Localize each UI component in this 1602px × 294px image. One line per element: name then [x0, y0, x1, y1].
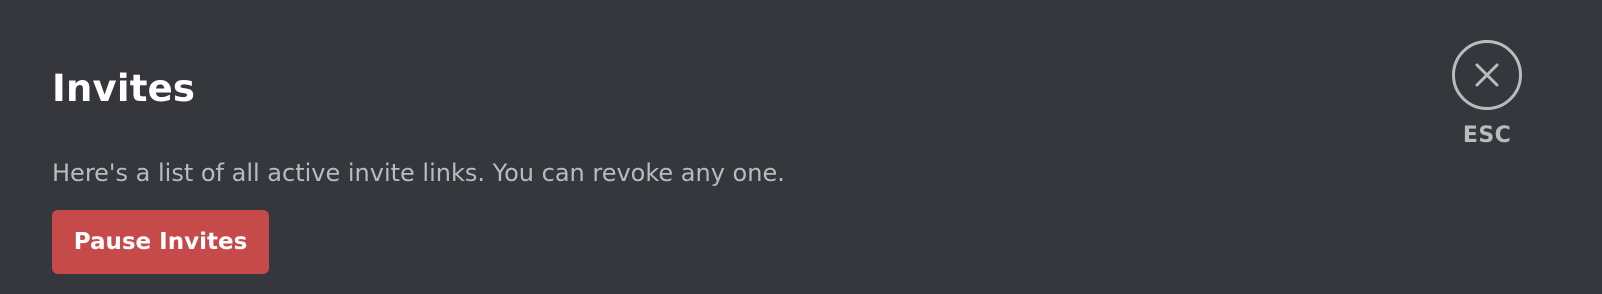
invites-description: Here's a list of all active invite links… [52, 159, 785, 187]
close-icon [1475, 63, 1499, 87]
page-title: Invites [52, 66, 196, 110]
escape-key-label: ESC [1462, 123, 1512, 148]
invites-settings-panel: Invites Here's a list of all active invi… [0, 0, 1602, 294]
close-control: ESC [1447, 40, 1527, 149]
close-button[interactable] [1452, 40, 1522, 110]
pause-invites-button[interactable]: Pause Invites [52, 210, 269, 274]
